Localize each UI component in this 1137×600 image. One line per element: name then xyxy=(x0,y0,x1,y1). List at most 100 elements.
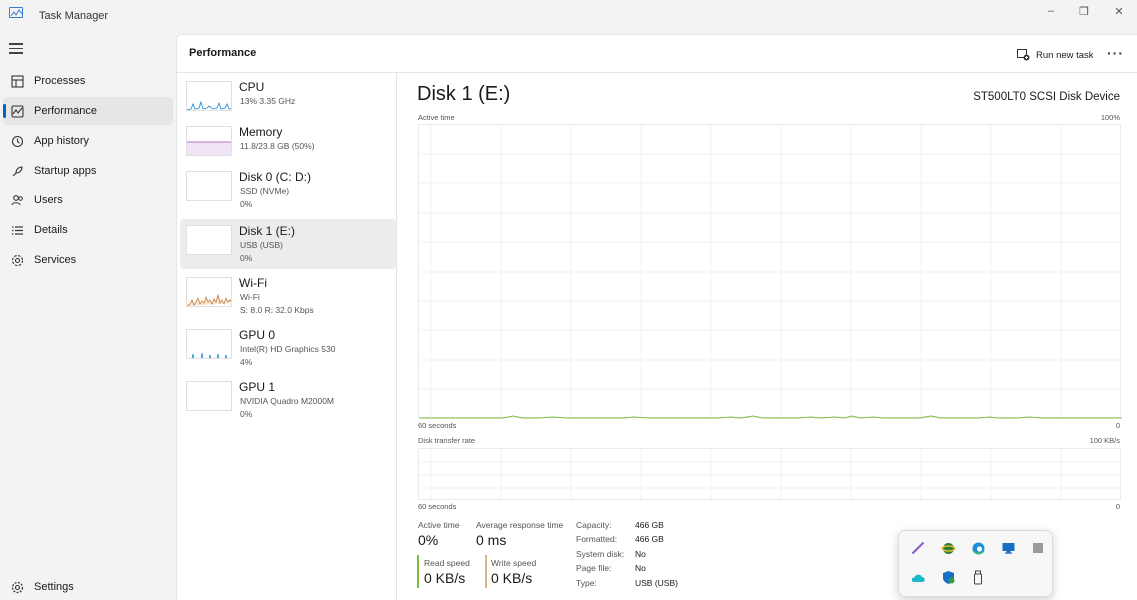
device-name: CPU xyxy=(239,80,265,94)
usb-drive-icon[interactable] xyxy=(970,569,986,585)
cloud-icon[interactable] xyxy=(910,569,926,585)
active-time-graph-max: 100% xyxy=(1100,113,1120,122)
memory-thumbnail-graph xyxy=(186,126,232,156)
device-item-memory[interactable]: Memory 11.8/23.8 GB (50%) xyxy=(180,120,396,170)
property-label: System disk: xyxy=(576,549,625,559)
device-name: GPU 0 xyxy=(239,328,276,342)
transfer-rate-graph xyxy=(418,448,1122,501)
nav-label: Startup apps xyxy=(34,165,97,177)
services-icon xyxy=(10,253,24,267)
monitor-icon[interactable] xyxy=(1000,540,1016,556)
avg-response-value: 0 ms xyxy=(476,532,507,548)
active-time-value: 0% xyxy=(418,532,439,548)
nav-item-performance[interactable]: Performance xyxy=(3,97,173,125)
wifi-thumbnail-graph xyxy=(186,277,232,307)
gpu1-thumbnail-graph xyxy=(186,381,232,411)
nav-item-details[interactable]: Details xyxy=(3,216,173,244)
defender-icon[interactable] xyxy=(940,569,956,585)
run-new-task-label: Run new task xyxy=(1036,49,1094,61)
gear-icon xyxy=(10,580,24,594)
device-model: ST500LT0 SCSI Disk Device xyxy=(973,91,1120,103)
run-new-task-button[interactable]: Run new task xyxy=(1017,44,1094,66)
device-item-cpu[interactable]: CPU 13% 3.35 GHz xyxy=(180,75,396,125)
active-time-graph xyxy=(418,124,1122,419)
header-divider xyxy=(177,72,1137,73)
device-detail: SSD (NVMe) xyxy=(240,186,290,196)
read-speed-label: Read speed xyxy=(424,558,470,568)
close-button[interactable]: ✕ xyxy=(1104,2,1134,20)
list-divider xyxy=(396,73,397,600)
active-time-label: Active time xyxy=(418,520,460,530)
write-speed-label: Write speed xyxy=(491,558,537,568)
device-item-gpu-1[interactable]: GPU 1 NVIDIA Quadro M2000M 0% xyxy=(180,375,396,425)
property-value: No xyxy=(635,563,646,573)
active-time-graph-duration: 60 seconds xyxy=(418,421,457,430)
page-title: Performance xyxy=(189,47,257,59)
nav-item-startup-apps[interactable]: Startup apps xyxy=(3,157,173,185)
property-value: 466 GB xyxy=(635,534,664,544)
property-label: Formatted: xyxy=(576,534,618,544)
active-time-graph-min: 0 xyxy=(1115,421,1120,430)
nav-label: Users xyxy=(34,194,63,206)
device-usage: 0% xyxy=(240,409,253,419)
nav-label: App history xyxy=(34,135,90,147)
device-usage: 4% xyxy=(240,357,253,367)
nav-label: Services xyxy=(34,254,77,266)
details-icon xyxy=(10,223,24,237)
device-detail: NVIDIA Quadro M2000M xyxy=(240,396,335,406)
transfer-rate-graph-min: 0 xyxy=(1115,502,1120,511)
active-time-graph-label: Active time xyxy=(418,113,455,122)
main-panel: Performance Run new task ··· CPU 13% 3.3… xyxy=(176,34,1137,600)
gpu0-thumbnail-graph xyxy=(186,329,232,359)
write-speed-value: 0 KB/s xyxy=(491,570,533,586)
disk1-thumbnail-graph xyxy=(186,225,232,255)
avg-response-label: Average response time xyxy=(476,520,564,530)
transfer-rate-graph-label: Disk transfer rate xyxy=(418,436,476,445)
performance-icon xyxy=(10,104,24,118)
restore-button[interactable]: ❐ xyxy=(1069,2,1099,20)
app-icon[interactable] xyxy=(1030,540,1046,556)
tray-overflow-popup xyxy=(898,530,1053,597)
device-name: Wi-Fi xyxy=(239,276,267,290)
write-speed-indicator xyxy=(485,555,487,588)
hamburger-menu-icon[interactable] xyxy=(9,43,23,57)
window-title: Task Manager xyxy=(39,10,109,22)
device-item-disk-0[interactable]: Disk 0 (C: D:) SSD (NVMe) 0% xyxy=(180,165,396,215)
device-detail: 13% 3.35 GHz xyxy=(240,96,296,106)
network-globe-icon[interactable] xyxy=(940,540,956,556)
device-name: GPU 1 xyxy=(239,380,276,394)
nav-item-app-history[interactable]: App history xyxy=(3,127,173,155)
property-value: No xyxy=(635,549,646,559)
task-manager-icon xyxy=(9,7,23,18)
nav-item-processes[interactable]: Processes xyxy=(3,67,173,95)
property-value: 466 GB xyxy=(635,520,664,530)
device-item-wifi[interactable]: Wi-Fi Wi-Fi S: 8.0 R: 32.0 Kbps xyxy=(180,271,396,321)
cpu-thumbnail-graph xyxy=(186,81,232,111)
history-icon xyxy=(10,134,24,148)
device-usage: 0% xyxy=(240,253,253,263)
processes-icon xyxy=(10,74,24,88)
disk0-thumbnail-graph xyxy=(186,171,232,201)
minimize-button[interactable]: – xyxy=(1036,2,1066,20)
read-speed-value: 0 KB/s xyxy=(424,570,466,586)
nav-label: Settings xyxy=(34,581,74,593)
device-name: Disk 1 (E:) xyxy=(239,224,296,238)
device-name: Memory xyxy=(239,125,283,139)
device-item-gpu-0[interactable]: GPU 0 Intel(R) HD Graphics 530 4% xyxy=(180,323,396,373)
more-options-button[interactable]: ··· xyxy=(1107,45,1124,61)
read-speed-indicator xyxy=(417,555,419,588)
nav-item-services[interactable]: Services xyxy=(3,246,173,274)
nav-item-settings[interactable]: Settings xyxy=(3,574,173,600)
active-indicator xyxy=(3,104,6,118)
device-detail: Intel(R) HD Graphics 530 xyxy=(240,344,336,354)
device-item-disk-1[interactable]: Disk 1 (E:) USB (USB) 0% xyxy=(180,219,396,269)
device-name: Disk 0 (C: D:) xyxy=(239,170,311,184)
pen-icon[interactable] xyxy=(910,540,926,556)
edge-icon[interactable] xyxy=(970,540,986,556)
users-icon xyxy=(10,193,24,207)
property-label: Page file: xyxy=(576,563,612,573)
device-detail: Wi-Fi xyxy=(240,292,260,302)
nav-item-users[interactable]: Users xyxy=(3,186,173,214)
nav-label: Processes xyxy=(34,75,86,87)
detail-title: Disk 1 (E:) xyxy=(417,83,511,105)
